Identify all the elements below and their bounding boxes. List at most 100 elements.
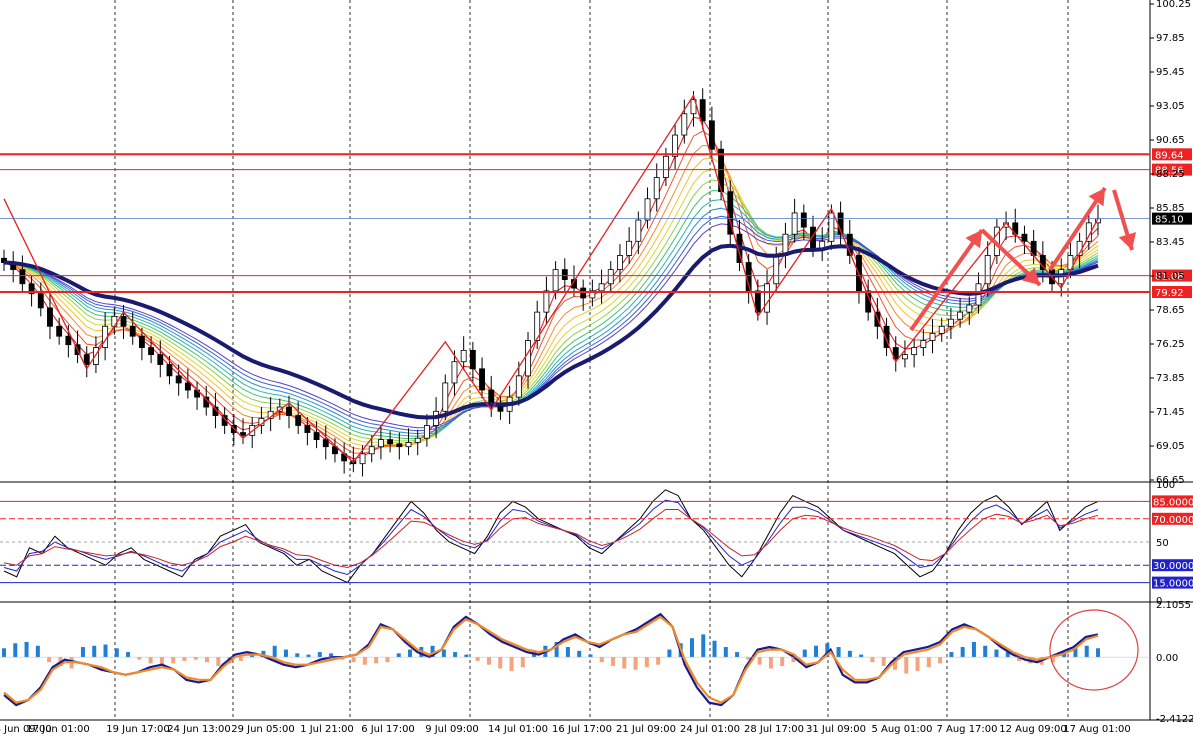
macd-histogram-bar	[870, 657, 875, 663]
tick-label: 83.45	[1156, 237, 1185, 248]
x-tick-label: 9 Jul 09:00	[425, 724, 479, 735]
macd-histogram-bar	[171, 657, 176, 664]
candle	[368, 446, 375, 455]
candle	[175, 375, 182, 384]
osc-level-text: 30.0000	[1153, 561, 1193, 572]
candle	[157, 354, 164, 365]
tick-label: 93.05	[1156, 101, 1185, 112]
zigzag-line	[3, 93, 1099, 464]
x-tick-label: 6 Jul 17:00	[361, 724, 415, 735]
macd-histogram-bar	[735, 652, 740, 658]
candle	[166, 364, 173, 377]
candle	[644, 198, 651, 221]
level-tag-text: 89.64	[1155, 150, 1184, 161]
x-tick-label: 19 Jun 17:00	[106, 724, 170, 735]
macd-histogram-bar	[757, 657, 762, 665]
candle	[708, 120, 715, 150]
candle	[47, 307, 53, 327]
candle	[442, 382, 449, 412]
macd-histogram-bar	[971, 641, 976, 658]
osc-line	[3, 489, 1099, 584]
macd-histogram-bar	[317, 652, 322, 658]
macd-histogram-bar	[148, 657, 153, 664]
candle	[469, 349, 476, 370]
macd-histogram-bar	[689, 638, 694, 658]
macd-histogram-bar	[904, 657, 909, 674]
macd-histogram-bar	[780, 657, 785, 666]
macd-histogram-bar	[667, 649, 672, 658]
macd-histogram-bar	[847, 650, 852, 658]
candle	[902, 354, 908, 360]
macd-histogram-bar	[13, 643, 18, 658]
candle	[304, 425, 311, 433]
macd-histogram-bar	[182, 657, 187, 661]
tick-label: 100	[1156, 480, 1175, 491]
candle	[699, 99, 706, 122]
macd-histogram-bar	[926, 657, 931, 668]
macd-histogram-bar	[1096, 648, 1100, 658]
candle	[966, 304, 973, 313]
candle	[929, 332, 936, 341]
candle	[672, 134, 679, 157]
macd-histogram-bar	[712, 640, 717, 658]
candle	[920, 340, 927, 348]
macd-histogram-bar	[1084, 645, 1089, 658]
macd-histogram-bar	[565, 647, 570, 658]
macd-histogram-bar	[103, 644, 108, 658]
macd-histogram-bar	[656, 657, 661, 665]
x-tick-label: 14 Jul 01:00	[488, 724, 548, 735]
macd-histogram-bar	[295, 653, 300, 658]
macd-histogram-bar	[475, 657, 480, 661]
x-tick-label: 24 Jun 13:00	[167, 724, 231, 735]
candle	[359, 453, 366, 465]
candle	[525, 340, 531, 377]
x-tick-label: 28 Jul 17:00	[744, 724, 804, 735]
candle	[423, 425, 430, 439]
macd-histogram-bar	[441, 649, 446, 658]
macd-histogram-bar	[701, 634, 706, 658]
tick-label: 95.45	[1156, 67, 1185, 78]
candle	[322, 439, 329, 448]
macd-histogram-bar	[272, 645, 277, 658]
macd-histogram-bar	[983, 645, 988, 658]
candle	[313, 432, 320, 441]
chart-root: 89.64 88.56 81.08 79.92 85.10 85.0000 70.0000 3…	[0, 0, 1193, 737]
macd-histogram-bar	[396, 653, 401, 658]
x-tick-label: 17 Jun 01:00	[26, 724, 90, 735]
candle	[598, 283, 605, 292]
candle	[984, 255, 991, 285]
tick-label: 69.05	[1156, 441, 1185, 452]
candle	[19, 269, 26, 285]
tick-label: 50	[1156, 538, 1169, 549]
macd-histogram-bar	[35, 645, 40, 658]
tick-label: 85.85	[1156, 203, 1185, 214]
osc-level-text: 15.0000	[1153, 579, 1193, 590]
macd-histogram-bar	[408, 649, 413, 658]
candle	[911, 347, 918, 356]
macd-histogram-bar	[960, 647, 965, 658]
tick-label: 90.65	[1156, 135, 1185, 146]
osc-line	[3, 499, 1099, 576]
macd-line	[3, 612, 1099, 707]
candle	[607, 269, 614, 285]
candle	[479, 368, 485, 391]
macd-histogram-bar	[126, 652, 131, 658]
candle	[295, 415, 302, 426]
candle	[414, 437, 421, 443]
candle	[635, 219, 642, 242]
x-tick-label: 29 Jun 05:00	[231, 724, 295, 735]
annotation-arrow-down-head	[1118, 232, 1137, 250]
candle	[488, 389, 495, 405]
macd-histogram-bar	[836, 647, 841, 658]
ma-ribbon-line	[3, 156, 1099, 447]
macd-histogram-bar	[644, 657, 649, 668]
candle	[653, 177, 660, 200]
macd-histogram-bar	[814, 645, 819, 658]
macd-histogram-bar	[464, 654, 469, 658]
macd-histogram-bar	[137, 657, 142, 660]
x-tick-label: 7 Aug 17:00	[936, 724, 997, 735]
macd-histogram-bar	[205, 657, 210, 663]
macd-histogram-bar	[114, 648, 119, 658]
macd-histogram-bar	[374, 657, 379, 664]
candle	[828, 212, 835, 242]
